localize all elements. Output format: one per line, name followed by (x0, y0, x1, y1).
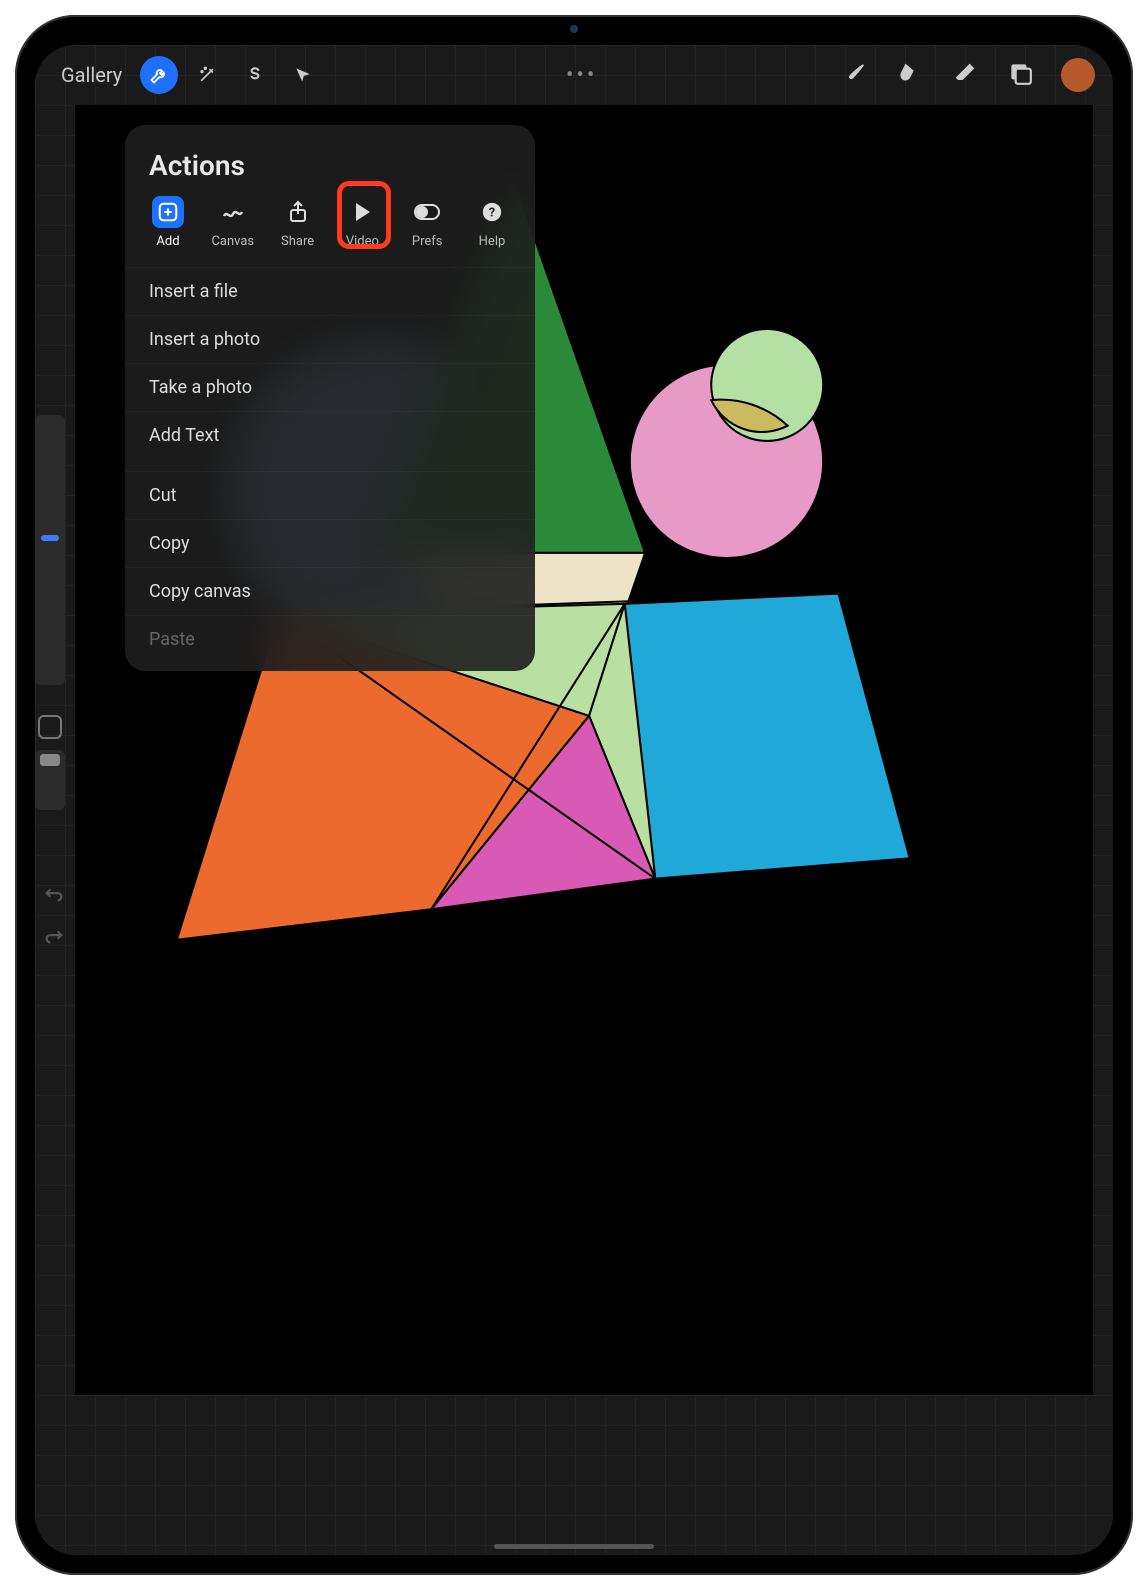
layers-icon (1007, 60, 1033, 86)
menu-add-text[interactable]: Add Text (125, 411, 535, 459)
menu-paste: Paste (125, 615, 535, 663)
slider-thumb[interactable] (40, 754, 60, 766)
undo-button[interactable] (43, 885, 65, 907)
smudge-button[interactable] (895, 59, 923, 91)
ipad-frame: Gallery ••• (15, 15, 1133, 1575)
tab-share[interactable]: Share (271, 196, 325, 249)
gallery-button[interactable]: Gallery (53, 59, 130, 91)
undo-redo-group (43, 885, 65, 949)
toggle-icon (413, 203, 441, 221)
tab-canvas[interactable]: Canvas (206, 196, 260, 249)
actions-menu-list: Insert a file Insert a photo Take a phot… (125, 267, 535, 663)
menu-cut[interactable]: Cut (125, 471, 535, 519)
tab-label: Video (346, 234, 379, 249)
screen: Gallery ••• (35, 45, 1113, 1555)
wrench-icon (149, 65, 169, 85)
menu-copy[interactable]: Copy (125, 519, 535, 567)
smudge-icon (895, 59, 923, 87)
tab-label: Add (156, 234, 179, 249)
eraser-icon (951, 59, 979, 87)
wand-icon (197, 65, 217, 85)
toolbar-right (841, 58, 1095, 92)
share-icon (288, 200, 308, 224)
menu-copy-canvas[interactable]: Copy canvas (125, 567, 535, 615)
modifier-button[interactable] (38, 715, 62, 739)
color-picker-button[interactable] (1061, 58, 1095, 92)
home-indicator[interactable] (494, 1544, 654, 1549)
popover-title: Actions (125, 149, 535, 196)
toolbar-center[interactable]: ••• (336, 63, 827, 88)
actions-tab-row: Add Canvas Share (125, 196, 535, 267)
eraser-button[interactable] (951, 59, 979, 91)
tab-label: Help (479, 234, 506, 249)
add-icon (157, 201, 179, 223)
selection-button[interactable] (236, 56, 274, 94)
camera-dot (570, 25, 578, 33)
menu-insert-photo[interactable]: Insert a photo (125, 315, 535, 363)
brush-size-slider[interactable] (35, 415, 65, 685)
selection-s-icon (245, 65, 265, 85)
menu-take-photo[interactable]: Take a photo (125, 363, 535, 411)
cursor-arrow-icon (293, 65, 313, 85)
actions-popover: Actions Add Canvas (125, 125, 535, 671)
tab-video[interactable]: Video (335, 196, 389, 249)
help-icon: ? (481, 201, 503, 223)
top-toolbar: Gallery ••• (35, 45, 1113, 105)
undo-icon (43, 885, 65, 903)
tab-label: Canvas (211, 234, 254, 249)
redo-button[interactable] (43, 927, 65, 949)
tab-prefs[interactable]: Prefs (400, 196, 454, 249)
svg-text:?: ? (489, 206, 495, 221)
redo-icon (43, 927, 65, 945)
canvas-icon (221, 202, 245, 222)
more-icon: ••• (566, 63, 597, 88)
menu-insert-file[interactable]: Insert a file (125, 267, 535, 315)
tab-label: Share (281, 234, 314, 249)
slider-thumb[interactable] (41, 535, 59, 541)
actions-button[interactable] (140, 56, 178, 94)
transform-button[interactable] (284, 56, 322, 94)
brush-button[interactable] (841, 60, 867, 90)
tab-label: Prefs (412, 234, 443, 249)
toolbar-left: Gallery (53, 56, 322, 94)
opacity-slider[interactable] (35, 750, 65, 810)
layers-button[interactable] (1007, 60, 1033, 90)
tab-help[interactable]: ? Help (465, 196, 519, 249)
adjustments-button[interactable] (188, 56, 226, 94)
brush-icon (841, 60, 867, 86)
play-icon (352, 201, 372, 223)
tab-add[interactable]: Add (141, 196, 195, 249)
